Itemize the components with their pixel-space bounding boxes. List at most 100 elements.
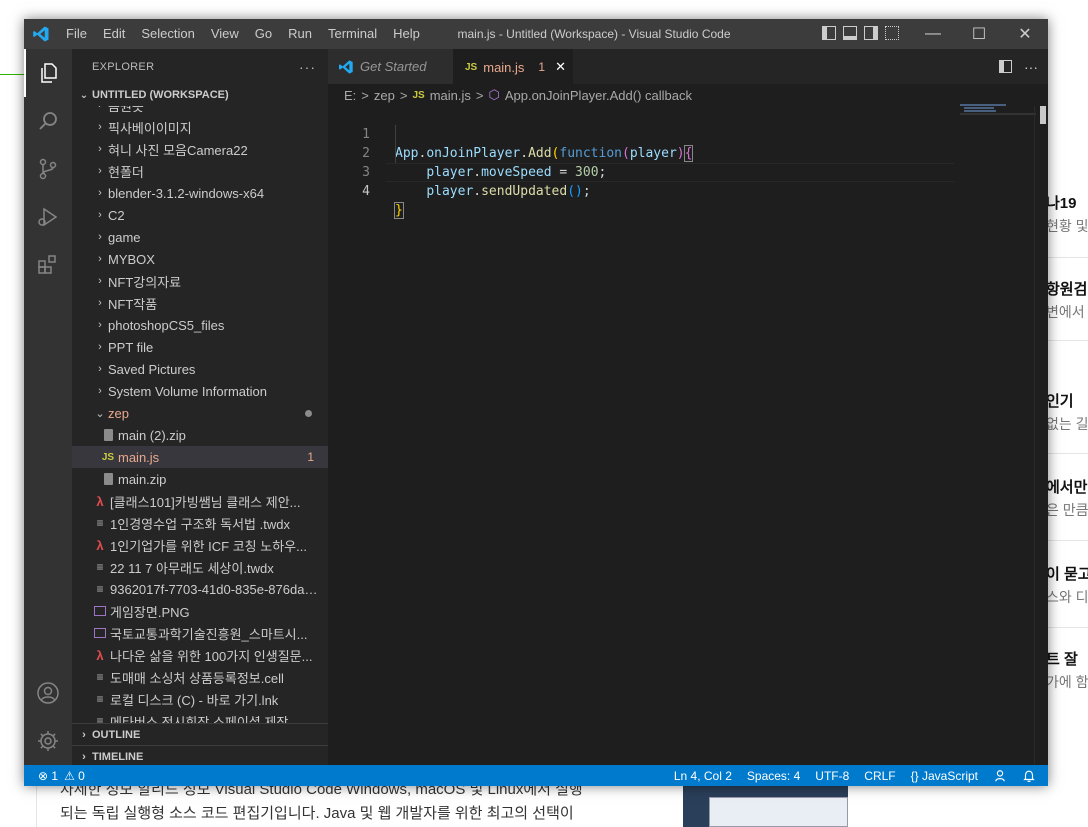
tree-folder[interactable]: › photoshopCS5_files (72, 314, 328, 336)
tree-file[interactable]: ≡ 메타버스 전시회장 스페이셜 제작... (72, 710, 328, 723)
bg-news-title[interactable]: 트 잘 (1046, 648, 1088, 669)
tree-file[interactable]: λ 나다운 삶을 위한 100가지 인생질문... (72, 644, 328, 666)
split-editor-icon[interactable] (999, 60, 1012, 73)
tab-close-button[interactable]: ✕ (555, 59, 566, 75)
menu-view[interactable]: View (203, 19, 247, 49)
tree-file[interactable]: ≡ 9362017f-7703-41d0-835e-876da5... (72, 578, 328, 600)
outline-title: OUTLINE (92, 729, 141, 741)
code-line[interactable]: 3 player.sendUpdated(); (328, 144, 958, 199)
toggle-sidebar-icon[interactable] (822, 26, 836, 40)
bg-news-title[interactable]: 항원검 (1046, 278, 1088, 299)
tree-file[interactable]: ≡ 22 11 7 아무래도 세상이.twdx (72, 556, 328, 578)
menu-run[interactable]: Run (280, 19, 320, 49)
text-file-icon: ≡ (96, 714, 104, 723)
tree-folder[interactable]: › NFT작품 (72, 292, 328, 314)
tree-folder[interactable]: › blender-3.1.2-windows-x64 (72, 182, 328, 204)
explorer-more-actions-icon[interactable]: ··· (299, 59, 316, 75)
scrollbar-thumb[interactable] (1040, 106, 1046, 124)
tree-folder[interactable]: › PPT file (72, 336, 328, 358)
tree-file[interactable]: ≡ 로컬 디스크 (C) - 바로 가기.lnk (72, 688, 328, 710)
more-actions-icon[interactable]: ··· (1024, 59, 1038, 75)
tree-folder[interactable]: › 현폴더 (72, 160, 328, 182)
breadcrumb-drive[interactable]: E: (344, 88, 356, 103)
tree-file[interactable]: λ 1인기업가를 위한 ICF 코칭 노하우... (72, 534, 328, 556)
menu-file[interactable]: File (58, 19, 95, 49)
outline-section[interactable]: › OUTLINE (72, 723, 328, 746)
bg-news-sub: 없는 길 (1046, 416, 1088, 432)
breadcrumb-separator: > (361, 87, 369, 103)
cursor-position[interactable]: Ln 4, Col 2 (674, 769, 732, 783)
minimize-button[interactable]: — (910, 19, 956, 49)
source-control-icon[interactable] (24, 145, 72, 193)
breadcrumb-file[interactable]: main.js (430, 88, 471, 103)
bg-news-title[interactable]: 에서만 (1046, 476, 1088, 497)
search-icon[interactable] (24, 97, 72, 145)
tree-folder[interactable]: › 혀니 사진 모음Camera22 (72, 138, 328, 160)
file-encoding[interactable]: UTF-8 (815, 769, 849, 783)
breadcrumb-separator: > (475, 87, 484, 103)
tree-folder[interactable]: › System Volume Information (72, 380, 328, 402)
tree-file[interactable]: 국토교통과학기술진흥원_스마트시... (72, 622, 328, 644)
close-window-button[interactable]: ✕ (1002, 19, 1048, 49)
workspace-section-header[interactable]: ⌄ UNTITLED (WORKSPACE) (72, 84, 328, 106)
tree-file[interactable]: ≡ 도매매 소싱처 상품등록정보.cell (72, 666, 328, 688)
toggle-panel-icon[interactable] (843, 26, 857, 40)
menu-selection[interactable]: Selection (133, 19, 202, 49)
bg-news-title[interactable]: 인기 (1046, 390, 1088, 411)
tree-folder[interactable]: › NFT강의자료 (72, 270, 328, 292)
tree-folder[interactable]: › C2 (72, 204, 328, 226)
tree-folder[interactable]: › game (72, 226, 328, 248)
tree-file[interactable]: ≡ 1인경영수업 구조화 독서법 .twdx (72, 512, 328, 534)
customize-layout-icon[interactable] (885, 26, 899, 40)
bg-article-thumbnail[interactable] (683, 785, 848, 827)
code-text: } (394, 202, 404, 219)
tab-main-js[interactable]: JS main.js 1 ✕ (453, 49, 573, 84)
breadcrumb-symbol[interactable]: App.onJoinPlayer.Add() callback (505, 88, 692, 103)
tree-file[interactable]: 게임장면.PNG (72, 600, 328, 622)
toggle-secondary-sidebar-icon[interactable] (864, 26, 878, 40)
breadcrumb-folder[interactable]: zep (374, 88, 395, 103)
language-mode[interactable]: {} JavaScript (911, 769, 978, 783)
settings-gear-icon[interactable] (24, 717, 72, 765)
end-of-line[interactable]: CRLF (864, 769, 895, 783)
account-icon[interactable] (24, 669, 72, 717)
menu-terminal[interactable]: Terminal (320, 19, 385, 49)
tree-file[interactable]: JS main.js 1 (72, 446, 328, 468)
minimap[interactable] (960, 104, 1040, 124)
menu-go[interactable]: Go (247, 19, 280, 49)
tree-folder[interactable]: ⌄ zep (72, 402, 328, 424)
chevron-right-icon: › (98, 385, 102, 397)
editor-scrollbar[interactable] (1034, 106, 1048, 765)
bg-news-title[interactable]: 이 묻고 (1046, 563, 1088, 584)
tree-file[interactable]: main (2).zip (72, 424, 328, 446)
tree-item-label: NFT강의자료 (108, 274, 182, 290)
menu-help[interactable]: Help (385, 19, 428, 49)
image-file-icon (92, 625, 108, 641)
tree-file[interactable]: main.zip (72, 468, 328, 490)
problems-errors[interactable]: ⊗ 1 (38, 769, 58, 783)
code-line[interactable]: 4 } (328, 163, 958, 219)
editor-area: Get Started JS main.js 1 ✕ ··· E: > zep … (328, 49, 1048, 765)
chevron-right-icon: › (98, 341, 102, 353)
indentation[interactable]: Spaces: 4 (747, 769, 800, 783)
tree-folder[interactable]: › Saved Pictures (72, 358, 328, 380)
bg-news-title[interactable]: 나19 (1046, 192, 1088, 213)
code-line[interactable]: 1 App.onJoinPlayer.Add(function(player){ (328, 106, 958, 162)
chevron-right-icon: › (82, 729, 86, 741)
problems-warnings[interactable]: ⚠ 0 (64, 769, 85, 783)
maximize-button[interactable]: ☐ (956, 19, 1002, 49)
tree-folder[interactable]: ›음원듯 (72, 106, 328, 116)
tab-get-started[interactable]: Get Started (328, 49, 453, 84)
files-icon[interactable] (24, 49, 72, 97)
extensions-icon[interactable] (24, 241, 72, 289)
tree-file[interactable]: λ [클래스101]카빙쌤님 클래스 제안... (72, 490, 328, 512)
menu-edit[interactable]: Edit (95, 19, 133, 49)
notifications-bell-icon[interactable] (1022, 769, 1036, 783)
code-line[interactable]: 2 player.moveSpeed = 300; (328, 125, 958, 180)
run-debug-icon[interactable] (24, 193, 72, 241)
text-file-icon: ≡ (96, 692, 104, 706)
tree-folder[interactable]: › MYBOX (72, 248, 328, 270)
feedback-icon[interactable] (993, 769, 1007, 783)
code-editor[interactable]: 1 App.onJoinPlayer.Add(function(player){… (328, 106, 1048, 765)
tree-folder[interactable]: › 픽사베이이미지 (72, 116, 328, 138)
